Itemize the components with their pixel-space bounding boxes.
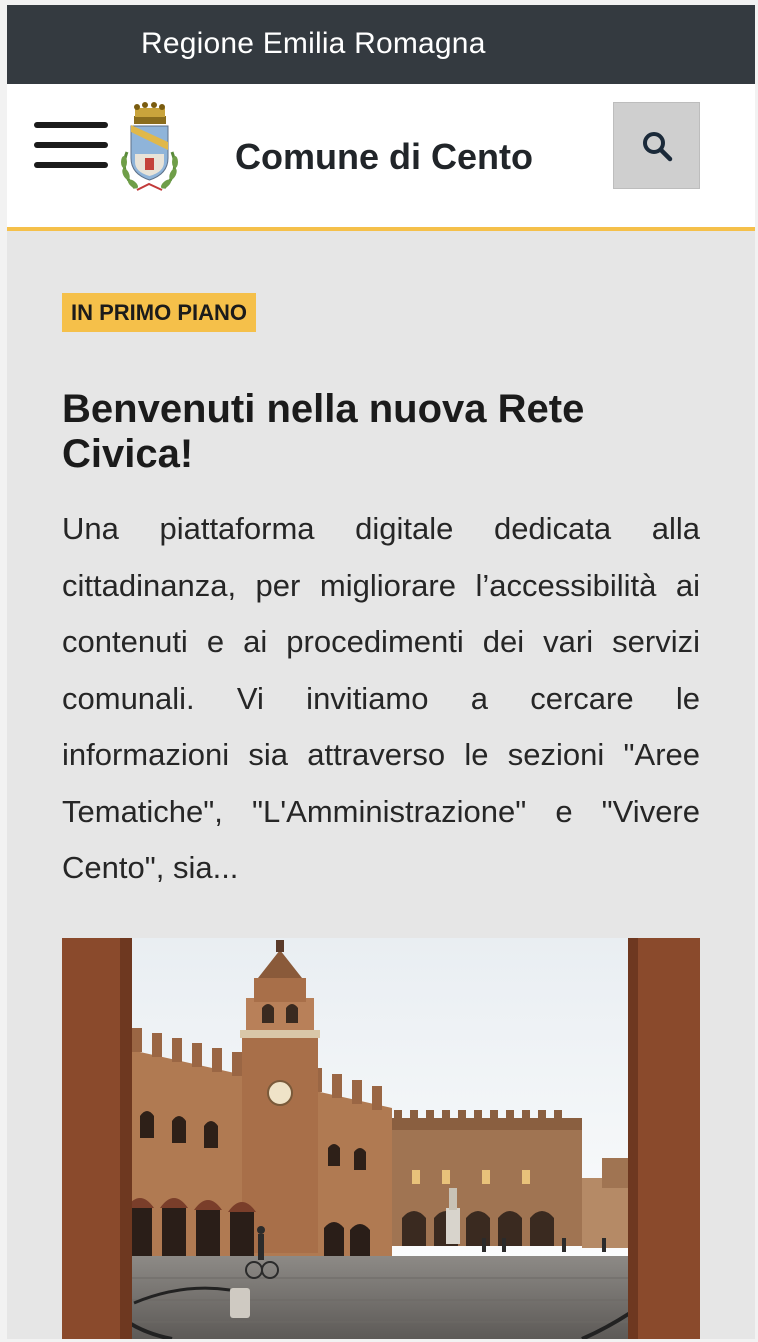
- featured-badge: IN PRIMO PIANO: [62, 293, 257, 332]
- region-link[interactable]: Regione Emilia Romagna: [141, 27, 486, 61]
- site-title[interactable]: Comune di Cento: [235, 136, 533, 178]
- municipal-crest-logo[interactable]: [117, 102, 182, 194]
- site-header: Comune di Cento: [7, 84, 755, 231]
- search-icon: [643, 132, 673, 162]
- featured-image[interactable]: [62, 938, 700, 1339]
- featured-title[interactable]: Benvenuti nella nuova Rete Civica!: [62, 387, 702, 477]
- search-button[interactable]: [613, 102, 700, 189]
- hamburger-menu-icon[interactable]: [34, 122, 108, 170]
- page-frame: Regione Emilia Romagna Comune di Cento I…: [7, 5, 755, 1339]
- region-top-bar: Regione Emilia Romagna: [7, 5, 755, 84]
- featured-excerpt: Una piattaforma digitale dedicata alla c…: [62, 511, 700, 885]
